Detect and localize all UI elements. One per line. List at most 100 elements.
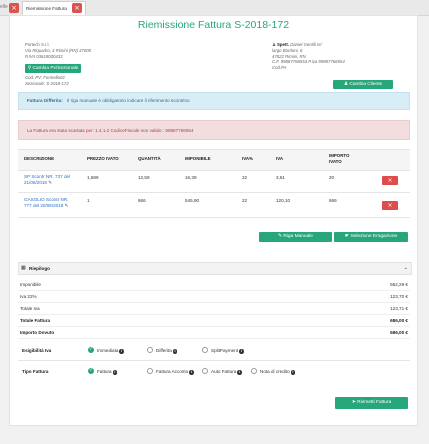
summary-value: 562,29 € bbox=[390, 282, 408, 287]
riemetti-fattura-button[interactable]: ➤ Riemetti Fattura bbox=[335, 397, 408, 409]
summary-label: Totale Fattura bbox=[20, 318, 51, 323]
tab-prev-label[interactable]: elle bbox=[0, 4, 8, 10]
riepilogo-header[interactable]: ▦ Riepilogo ⌄ bbox=[18, 262, 412, 275]
row-quantita: 12,59 bbox=[138, 175, 150, 180]
radio-immediata-label: Immediata i bbox=[97, 348, 124, 354]
info-icon: i bbox=[119, 349, 124, 354]
client-block: ♟ Spett. Daniel Gentili srl largo Bordon… bbox=[272, 42, 345, 71]
supplier-address: Via Riquadro, 4 Rimini (RN) 47000 bbox=[25, 47, 92, 53]
client-label: Spett. bbox=[277, 42, 289, 47]
client-cod-pa: Cod.PA bbox=[272, 65, 287, 71]
info-alert-bold: Fattura Differita: bbox=[27, 98, 63, 103]
radio-differita-label: Differita i bbox=[156, 348, 178, 354]
radio-nota-credito-label: Nota di credito i bbox=[260, 369, 296, 375]
table-row: GASOLIO Scontr NR. 777 del 20/06/2018 ✎ … bbox=[18, 193, 410, 218]
summary-value: 123,70 € bbox=[390, 294, 408, 299]
info-alert-text: Il riga manuale è obbligatorio indicare … bbox=[67, 98, 190, 103]
summary-label: Imponibile bbox=[20, 282, 41, 287]
esigibilita-label: Esigibilità Iva bbox=[22, 348, 52, 353]
info-icon: i bbox=[189, 370, 194, 375]
supplier-piva: P.IVA 03618000433 bbox=[25, 53, 63, 59]
row-imponibile: 16,39 bbox=[185, 175, 197, 180]
table-header: DESCRIZIONE PREZZO IVATO QUANTITÀ IMPONI… bbox=[18, 149, 410, 171]
radio-auto-fattura-label: Auto Fattura i bbox=[211, 369, 242, 375]
supplier-block: Portech S.r.l. Via Riquadro, 4 Rimini (R… bbox=[25, 42, 91, 59]
col-quantita: QUANTITÀ bbox=[138, 156, 161, 161]
radio-fattura-acconto[interactable] bbox=[147, 368, 153, 374]
row-iva-pct: 22 bbox=[242, 175, 248, 180]
divider bbox=[18, 360, 410, 361]
cod-pv: Cod. PV: Formello02 bbox=[25, 75, 65, 80]
riga-manuale-button[interactable]: ✎ Riga Manuale bbox=[259, 232, 332, 242]
tab-close-icon[interactable]: × bbox=[72, 3, 82, 13]
summary-row: Totale Fattura 686,00 € bbox=[18, 315, 410, 327]
row-descr[interactable]: SP Scontr NR. 737 del 21/06/2018 ✎ bbox=[24, 174, 70, 186]
row-descr-line2: 21/06/2018 bbox=[24, 180, 47, 185]
cambia-cliente-label: Cambia Cliente bbox=[349, 82, 383, 87]
row-iva: 120,10 bbox=[276, 198, 291, 203]
row-importo: 20 bbox=[329, 175, 335, 180]
summary-row: Totale Iva 123,71 € bbox=[18, 303, 410, 315]
col-imponibile: IMPONIBILE bbox=[185, 156, 211, 161]
table-row: SP Scontr NR. 737 del 21/06/2018 ✎ 1,589… bbox=[18, 170, 410, 193]
radio-auto-fattura[interactable] bbox=[202, 368, 208, 374]
cambia-pv-label: Cambia Pv/Sezionale bbox=[32, 66, 79, 71]
tab-bar: elle × Riemissione Fattura × bbox=[0, 0, 429, 16]
radio-nota-credito[interactable] bbox=[251, 368, 257, 374]
radio-splitpayment-label: SplitPayment i bbox=[211, 348, 244, 354]
row-descr[interactable]: GASOLIO Scontr NR. 777 del 20/06/2018 ✎ bbox=[24, 197, 68, 209]
info-icon: i bbox=[112, 370, 118, 375]
summary-row: Iva 22% 123,70 € bbox=[18, 291, 410, 303]
main-panel: Riemissione Fattura S-2018-172 Portech S… bbox=[9, 15, 418, 426]
riemetti-label: Riemetti Fattura bbox=[357, 400, 392, 405]
selezione-erogazione-button[interactable]: ☛ Selezione Erogazione bbox=[334, 232, 408, 242]
delete-row-button[interactable]: × bbox=[382, 201, 398, 210]
chevron-down-icon[interactable]: ⌄ bbox=[404, 265, 408, 271]
page-title: Riemissione Fattura S-2018-172 bbox=[137, 19, 290, 31]
info-icon: i bbox=[239, 349, 244, 354]
col-importo: IMPORTO IVATO bbox=[329, 153, 350, 164]
radio-fattura[interactable]: ✓ bbox=[88, 368, 94, 374]
row-descr-line2: 777 del 20/06/2018 bbox=[24, 203, 64, 208]
summary-label: Importo Dovuto bbox=[20, 330, 55, 335]
summary-row: Importo Dovuto 686,00 € bbox=[18, 327, 410, 339]
riga-manuale-label: Riga Manuale bbox=[283, 234, 313, 239]
cambia-cliente-button[interactable]: ♟ Cambia Cliente bbox=[333, 80, 393, 89]
radio-differita[interactable] bbox=[147, 347, 153, 353]
radio-splitpayment[interactable] bbox=[202, 347, 208, 353]
row-iva: 3,61 bbox=[276, 175, 285, 180]
delete-row-button[interactable]: × bbox=[382, 176, 398, 185]
tipo-fattura-label: Tipo Fattura bbox=[22, 369, 49, 374]
summary-value: 686,00 € bbox=[390, 318, 408, 323]
info-alert: Fattura Differita: Il riga manuale è obb… bbox=[18, 92, 410, 110]
pencil-icon[interactable]: ✎ bbox=[48, 180, 52, 185]
col-prezzo: PREZZO IVATO bbox=[87, 156, 119, 161]
row-prezzo: 1 bbox=[87, 198, 90, 203]
riepilogo-title: Riepilogo bbox=[29, 266, 50, 271]
summary-value: 123,71 € bbox=[390, 306, 408, 311]
tab-prev-close-icon[interactable]: × bbox=[9, 3, 19, 13]
radio-fattura-label: Fattura i bbox=[97, 369, 118, 375]
pencil-icon[interactable]: ✎ bbox=[65, 203, 69, 208]
col-iva-pct: IVA% bbox=[242, 156, 253, 161]
summary-label: Totale Iva bbox=[20, 306, 40, 311]
selezione-label: Selezione Erogazione bbox=[350, 234, 398, 239]
row-imponibile: 545,90 bbox=[185, 198, 200, 203]
close-icon: × bbox=[387, 177, 393, 184]
radio-fattura-acconto-label: Fattura Acconto i bbox=[156, 369, 194, 375]
row-iva-pct: 22 bbox=[242, 198, 248, 203]
summary-row: Imponibile 562,29 € bbox=[18, 279, 410, 291]
row-quantita: 666 bbox=[138, 198, 146, 203]
info-icon: i bbox=[290, 370, 296, 375]
radio-immediata[interactable]: ✓ bbox=[88, 347, 94, 353]
sezionale: Sezionale: S-2018-172 bbox=[25, 80, 69, 86]
supplier-codes: Cod. PV: Formello02 Sezionale: S-2018-17… bbox=[25, 75, 69, 87]
tab-label: Riemissione Fattura bbox=[26, 6, 67, 11]
row-prezzo: 1,589 bbox=[87, 175, 99, 180]
error-alert-text: La Fattura era stata scartata per: 1.4.1… bbox=[27, 127, 194, 133]
info-icon: i bbox=[237, 370, 242, 375]
col-iva: IVA bbox=[276, 156, 283, 161]
info-icon: i bbox=[172, 349, 178, 354]
cambia-pv-button[interactable]: ⚲ Cambia Pv/Sezionale bbox=[25, 64, 81, 73]
col-descrizione: DESCRIZIONE bbox=[24, 156, 55, 161]
